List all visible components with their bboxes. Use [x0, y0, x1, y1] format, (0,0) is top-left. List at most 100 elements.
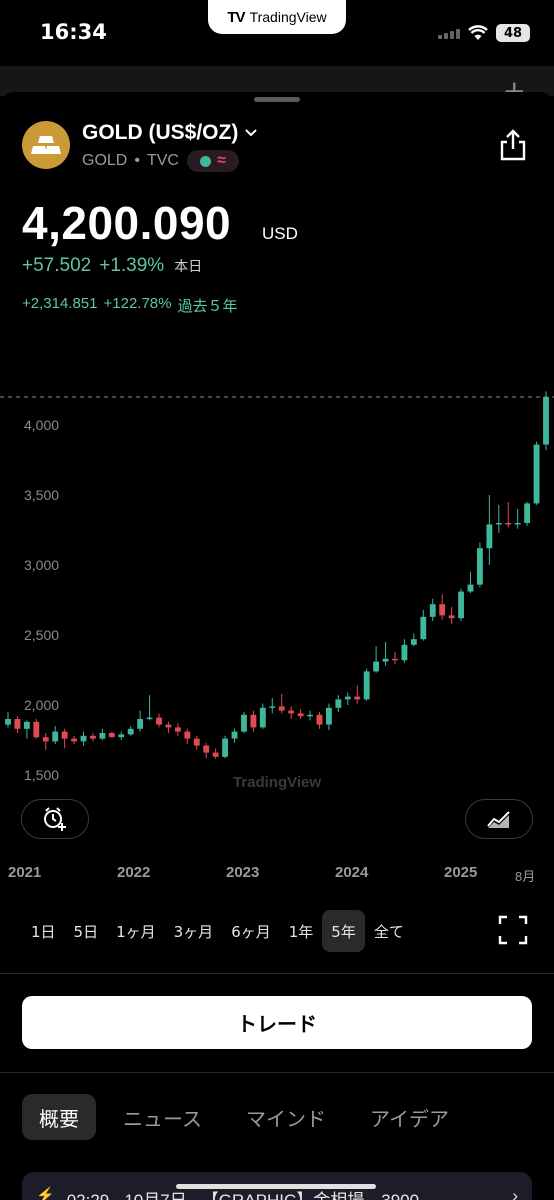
chevron-right-icon: ›	[512, 1186, 518, 1200]
candle-body	[52, 731, 59, 742]
status-bar: 16:34 TV TradingView 48	[0, 0, 554, 66]
candle-body	[80, 735, 87, 742]
symbol-subtitle: GOLD • TVC ≈	[82, 150, 239, 172]
chart-type-button[interactable]	[465, 799, 533, 839]
sheet-grabber[interactable]	[254, 97, 300, 102]
candle-body	[269, 706, 276, 708]
x-axis-label: 2024	[335, 864, 369, 881]
candle-body	[14, 719, 21, 729]
market-status-chip[interactable]: ≈	[186, 150, 239, 172]
range-all[interactable]: 全て	[365, 910, 413, 952]
change-today: +57.502 +1.39% 本日	[22, 255, 202, 277]
candle-body	[165, 724, 172, 728]
area-chart-icon	[487, 811, 510, 828]
candle-body	[288, 710, 295, 714]
home-indicator[interactable]	[176, 1184, 376, 1189]
candle-body	[439, 604, 446, 616]
candle-body	[448, 615, 455, 619]
candle-body	[392, 658, 398, 661]
add-alert-button[interactable]	[21, 799, 89, 839]
candle-body	[335, 699, 342, 708]
separator-dot: •	[134, 152, 140, 169]
range-5d[interactable]: 5日	[65, 910, 108, 952]
candle-body	[71, 738, 77, 742]
x-axis: 2021 2022 2023 2024 2025 8月	[0, 864, 554, 888]
tradingview-pill-label: TradingView	[249, 9, 327, 25]
tab-ideas[interactable]: アイデア	[353, 1094, 466, 1140]
candle-body	[316, 714, 323, 725]
y-tick-label: 3,500	[24, 487, 59, 503]
change-today-value: +57.502	[22, 255, 92, 276]
candle-body	[108, 733, 115, 738]
x-axis-label: 2021	[8, 864, 42, 881]
candle-body	[241, 714, 247, 732]
y-tick-label: 4,000	[24, 417, 59, 433]
candle-body	[477, 548, 483, 585]
candle-body	[420, 616, 427, 640]
delayed-data-icon: ≈	[217, 152, 226, 169]
content-tabs: 概要 ニュース マインド アイデア	[22, 1094, 476, 1140]
tradingview-pill[interactable]: TV TradingView	[208, 0, 346, 34]
y-tick-label: 2,000	[24, 697, 59, 713]
candle-body	[495, 523, 502, 525]
candle-body	[373, 661, 380, 672]
candle-body	[325, 707, 332, 725]
range-1y[interactable]: 1年	[280, 910, 323, 952]
candle-body	[307, 714, 313, 717]
gold-bars-icon	[22, 121, 70, 169]
candle-body	[505, 523, 512, 525]
market-open-dot-icon	[200, 155, 212, 167]
change-today-percent: +1.39%	[99, 255, 165, 276]
candle-body	[429, 604, 436, 617]
price-chart[interactable]: 4,000 3,500 3,000 2,500 2,000 1,500 TradingVi…	[0, 380, 554, 800]
range-1d[interactable]: 1日	[22, 910, 65, 952]
candle-body	[250, 714, 257, 728]
change-period-percent: +122.78%	[103, 295, 172, 312]
tab-overview[interactable]: 概要	[22, 1094, 96, 1140]
symbol-selector[interactable]: GOLD (US$/OZ)	[82, 121, 258, 145]
candle-body	[127, 728, 134, 735]
candle-body	[467, 584, 474, 592]
trade-button[interactable]: トレード	[22, 996, 532, 1049]
tab-news[interactable]: ニュース	[106, 1094, 219, 1140]
candle-body	[156, 717, 162, 725]
currency-label: USD	[262, 224, 298, 243]
tab-sentiment[interactable]: マインド	[229, 1094, 343, 1140]
lightning-icon: ⚡	[36, 1187, 55, 1200]
candle-body	[42, 737, 49, 742]
candle-body	[410, 639, 417, 645]
range-6m[interactable]: 6ヶ月	[222, 910, 280, 952]
range-3m[interactable]: 3ヶ月	[165, 910, 223, 952]
wifi-icon	[468, 25, 488, 40]
time-range-selector: 1日 5日 1ヶ月 3ヶ月 6ヶ月 1年 5年 全て	[22, 909, 413, 953]
fullscreen-icon[interactable]	[498, 914, 528, 946]
x-axis-label: 2022	[117, 864, 151, 881]
candle-body	[33, 721, 40, 738]
candle-body	[524, 503, 531, 523]
candlestick-series	[5, 391, 549, 759]
candle-body	[231, 731, 238, 739]
tradingview-logo-icon: TV	[227, 8, 245, 26]
candle-body	[146, 717, 153, 720]
candle-body	[222, 738, 229, 757]
chevron-down-icon	[245, 129, 258, 137]
candle-body	[118, 734, 125, 738]
y-tick-label: 3,000	[24, 557, 59, 573]
range-1m[interactable]: 1ヶ月	[107, 910, 165, 952]
candle-body	[23, 721, 30, 729]
candle-body	[174, 727, 181, 732]
divider	[0, 1072, 554, 1073]
battery-indicator: 48	[496, 24, 530, 42]
candle-body	[514, 523, 521, 525]
chart-watermark: TradingView	[233, 774, 321, 791]
candle-body	[382, 658, 389, 662]
divider	[0, 973, 554, 974]
share-icon[interactable]	[498, 128, 528, 162]
y-tick-label: 1,500	[24, 767, 59, 783]
candle-body	[90, 735, 96, 739]
x-axis-label: 2025	[444, 864, 478, 881]
range-5y[interactable]: 5年	[322, 910, 365, 952]
candle-body	[533, 444, 540, 504]
candle-body	[184, 731, 191, 739]
y-tick-label: 2,500	[24, 627, 59, 643]
